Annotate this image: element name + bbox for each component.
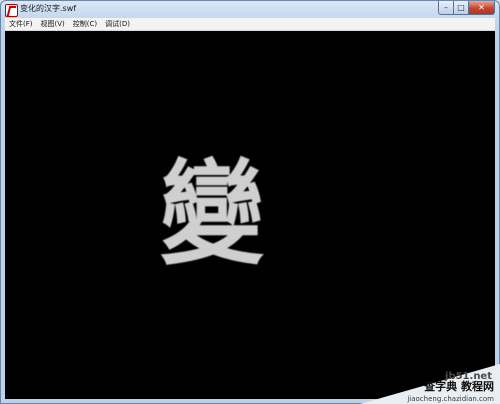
maximize-button[interactable]: □ [454,1,469,15]
animated-character: 變 [159,147,264,280]
minimize-button[interactable]: – [438,1,454,15]
player-window: 变化的汉字.swf – □ ✕ 文件(F) 视图(V) 控制(C) 调试(D) … [0,0,500,404]
minimize-icon: – [444,3,448,12]
watermark: jb51.net 查字典 教程网 jiaocheng.chazidian.com [360,364,500,404]
flash-player-icon [5,4,18,17]
watermark-url: jiaocheng.chazidian.com [407,395,494,403]
menu-debug[interactable]: 调试(D) [101,18,134,30]
menu-bar: 文件(F) 视图(V) 控制(C) 调试(D) [5,18,495,31]
window-title: 变化的汉字.swf [20,4,77,13]
close-button[interactable]: ✕ [469,1,495,15]
title-bar[interactable]: 变化的汉字.swf – □ ✕ [1,1,499,18]
menu-control[interactable]: 控制(C) [69,18,101,30]
close-icon: ✕ [478,3,485,12]
window-controls: – □ ✕ [438,1,495,15]
watermark-brand: 查字典 教程网 [424,380,494,393]
menu-file[interactable]: 文件(F) [5,18,37,30]
menu-view[interactable]: 视图(V) [37,18,69,30]
maximize-icon: □ [457,3,465,12]
flash-stage[interactable]: 變 [5,31,495,399]
